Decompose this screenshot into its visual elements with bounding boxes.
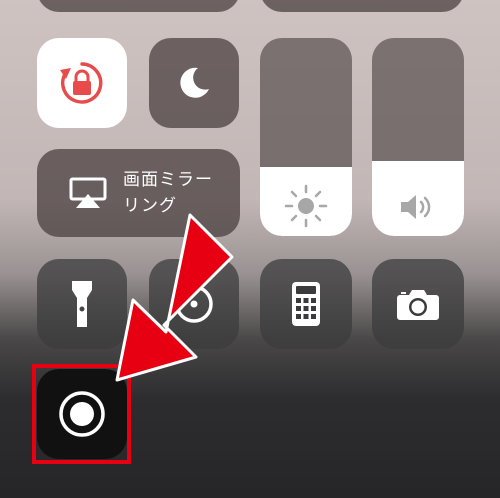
- flashlight-icon: [72, 281, 92, 327]
- calculator-button[interactable]: [260, 259, 352, 349]
- camera-button[interactable]: [372, 259, 464, 349]
- rotation-lock-icon: [60, 62, 103, 104]
- timer-button[interactable]: [149, 259, 239, 349]
- screen-mirroring-label: 画面ミラー リング: [123, 170, 213, 216]
- highlight-box: [32, 364, 131, 464]
- volume-slider[interactable]: [372, 38, 464, 236]
- speaker-icon: [401, 195, 431, 219]
- brightness-slider[interactable]: [260, 38, 352, 236]
- top-tile-right[interactable]: [260, 0, 464, 12]
- timer-icon: [175, 285, 213, 323]
- rotation-lock-button[interactable]: [37, 38, 127, 128]
- calculator-icon: [292, 282, 320, 326]
- screen-mirroring-button[interactable]: 画面ミラー リング: [37, 149, 240, 237]
- flashlight-button[interactable]: [37, 259, 127, 349]
- moon-icon: [180, 67, 209, 98]
- airplay-icon: [69, 177, 107, 208]
- camera-icon: [397, 290, 439, 320]
- do-not-disturb-button[interactable]: [149, 38, 239, 128]
- top-tile-left[interactable]: [37, 0, 240, 12]
- sun-icon: [284, 184, 328, 228]
